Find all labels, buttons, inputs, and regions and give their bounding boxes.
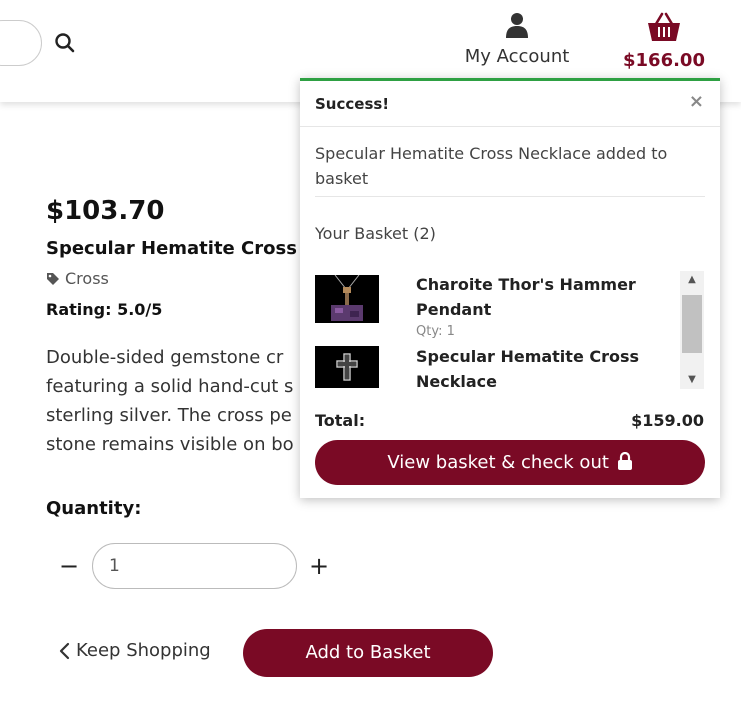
product-rating: Rating: 5.0/5 xyxy=(46,300,163,319)
basket-items-list[interactable]: Charoite Thor's Hammer Pendant Qty: 1 Sp… xyxy=(315,272,675,390)
lock-icon xyxy=(617,451,632,470)
search-input[interactable] xyxy=(0,20,42,66)
tag-icon xyxy=(47,272,59,285)
basket-link[interactable]: $166.00 xyxy=(622,12,706,71)
tag-label: Cross xyxy=(65,269,109,288)
product-thumbnail xyxy=(315,274,379,323)
account-label: My Account xyxy=(464,46,570,67)
chevron-left-icon xyxy=(59,642,70,659)
basket-scrollbar[interactable]: ▲ ▼ xyxy=(680,271,704,389)
popup-title: Success! xyxy=(315,95,390,113)
checkout-label: View basket & check out xyxy=(387,452,609,473)
keep-shopping-label: Keep Shopping xyxy=(76,640,211,661)
basket-item-name: Charoite Thor's Hammer Pendant xyxy=(416,275,636,319)
basket-count-title: Your Basket (2) xyxy=(315,224,436,243)
total-amount: $159.00 xyxy=(631,411,704,430)
popup-header: Success! × xyxy=(300,81,720,127)
quantity-input[interactable] xyxy=(92,543,297,589)
basket-total: $166.00 xyxy=(623,50,705,71)
search-icon xyxy=(55,33,75,53)
basket-item-name: Specular Hematite Cross Necklace xyxy=(416,347,640,390)
popup-message: Specular Hematite Cross Necklace added t… xyxy=(315,144,668,188)
increase-quantity-button[interactable]: + xyxy=(308,552,330,580)
scrollbar-thumb[interactable] xyxy=(682,295,702,353)
decrease-quantity-button[interactable]: − xyxy=(58,552,80,580)
product-price: $103.70 xyxy=(46,196,165,226)
add-to-basket-button[interactable]: Add to Basket xyxy=(243,629,493,677)
close-icon[interactable]: × xyxy=(689,91,704,112)
basket-item-qty: Qty: 1 xyxy=(416,324,455,339)
product-thumbnail xyxy=(315,346,379,388)
search-button[interactable] xyxy=(52,30,78,56)
basket-total-row: Total: $159.00 xyxy=(315,411,704,430)
view-basket-checkout-button[interactable]: View basket & check out xyxy=(315,440,705,485)
user-icon xyxy=(506,13,528,38)
basket-item[interactable]: Charoite Thor's Hammer Pendant Qty: 1 xyxy=(315,272,675,344)
total-label: Total: xyxy=(315,411,366,430)
basket-item[interactable]: Specular Hematite Cross Necklace xyxy=(315,344,675,390)
product-tag[interactable]: Cross xyxy=(46,269,109,288)
quantity-label: Quantity: xyxy=(46,498,142,519)
basket-icon xyxy=(648,12,680,41)
my-account-link[interactable]: My Account xyxy=(457,12,577,67)
product-name: Specular Hematite Cross N xyxy=(46,238,319,259)
scroll-down-arrow-icon[interactable]: ▼ xyxy=(680,371,704,389)
scroll-up-arrow-icon[interactable]: ▲ xyxy=(680,271,704,289)
added-to-basket-popup: Success! × Specular Hematite Cross Neckl… xyxy=(300,78,720,498)
divider xyxy=(315,196,705,197)
keep-shopping-link[interactable]: Keep Shopping xyxy=(58,640,211,661)
